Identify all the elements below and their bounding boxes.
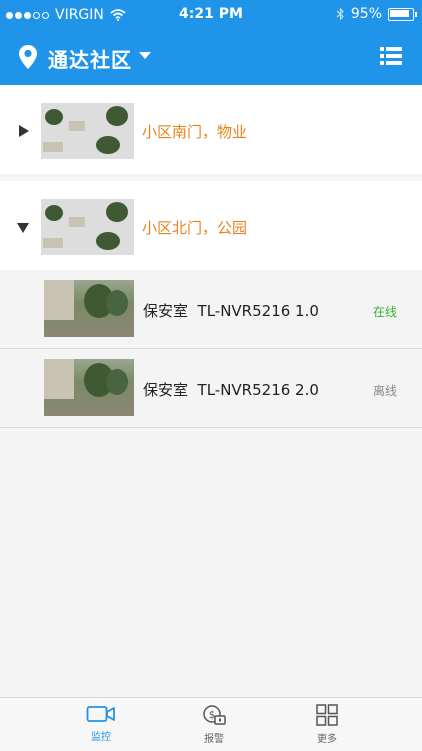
battery-percent: 95% (350, 6, 382, 22)
group-label: 小区北门，公园 (142, 219, 248, 237)
location-pin-icon (19, 45, 37, 69)
group-label: 小区南门，物业 (142, 123, 248, 141)
tab-bar: 监控 $ 报警 更多 (0, 697, 422, 751)
device-list: 小区南门，物业 小区北门，公园 保安室 TL-NVR5216 1.0 在线 保安… (0, 85, 422, 428)
group-row-south-gate[interactable]: 小区南门，物业 (0, 85, 422, 174)
status-bar: VIRGIN 4:21 PM 95% (0, 0, 422, 30)
camera-thumbnail (44, 280, 134, 337)
tab-label: 监控 (91, 732, 111, 743)
list-view-icon[interactable] (380, 47, 402, 65)
camera-thumbnail (44, 359, 134, 416)
group-thumbnail-grid (41, 199, 134, 255)
divider (0, 174, 422, 181)
svg-text:$: $ (209, 710, 215, 721)
status-right: 95% (336, 6, 417, 22)
bluetooth-icon (336, 7, 344, 21)
group-row-north-gate[interactable]: 小区北门，公园 (0, 181, 422, 270)
device-name: 保安室 TL-NVR5216 1.0 (143, 302, 319, 320)
collapse-arrow-icon[interactable] (17, 223, 29, 233)
battery-icon (388, 7, 417, 21)
tab-label: 更多 (317, 734, 337, 745)
tab-alarm[interactable]: $ 报警 (174, 704, 254, 745)
status-offline: 离线 (372, 384, 397, 398)
tab-monitor[interactable]: 监控 (61, 704, 141, 743)
nav-bar: 通达社区 (0, 30, 422, 85)
expand-arrow-icon[interactable] (19, 125, 29, 137)
grid-icon (316, 704, 338, 726)
app-header: VIRGIN 4:21 PM 95% 通达社区 (0, 0, 422, 85)
tab-more[interactable]: 更多 (287, 704, 367, 745)
group-thumbnail-grid (41, 103, 134, 159)
status-online: 在线 (372, 305, 397, 319)
alarm-icon: $ (203, 705, 226, 725)
chevron-down-icon[interactable] (139, 52, 151, 59)
device-row[interactable]: 保安室 TL-NVR5216 2.0 离线 (0, 349, 422, 428)
community-title[interactable]: 通达社区 (48, 44, 132, 73)
tab-label: 报警 (204, 734, 224, 745)
device-name: 保安室 TL-NVR5216 2.0 (143, 381, 319, 399)
device-row[interactable]: 保安室 TL-NVR5216 1.0 在线 (0, 270, 422, 349)
camera-icon (86, 706, 115, 722)
